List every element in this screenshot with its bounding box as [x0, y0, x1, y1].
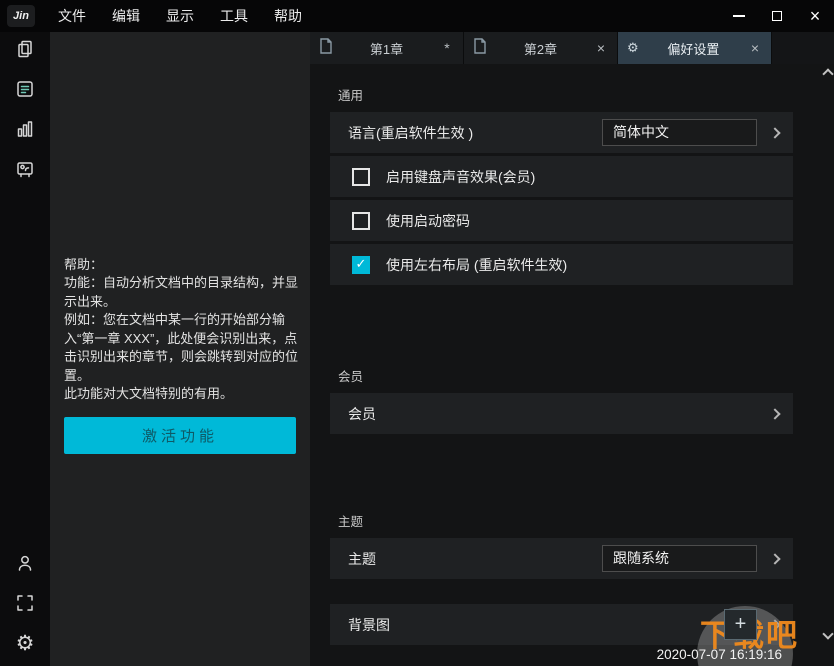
setting-label: 会员 [348, 404, 376, 424]
tab-close-icon[interactable]: × [594, 40, 608, 56]
document-icon [319, 38, 333, 59]
chevron-right-icon[interactable] [769, 408, 780, 419]
setting-row-language[interactable]: 语言(重启软件生效 ) 简体中文 [330, 112, 793, 153]
presentation-icon[interactable] [13, 158, 37, 180]
tab-bar: 第1章 * 第2章 × ⚙ 偏好设置 × [310, 32, 834, 64]
tab-label: 第1章 [333, 39, 440, 58]
help-text: 帮助： 功能：自动分析文档中的目录结构，并显示出来。 例如：您在文档中某一行的开… [64, 256, 298, 404]
language-select[interactable]: 简体中文 [602, 119, 757, 146]
setting-label: 背景图 [348, 615, 390, 635]
activate-feature-button[interactable]: 激活功能 [64, 417, 296, 454]
setting-label: 使用左右布局 (重启软件生效) [386, 255, 567, 275]
tab-close-icon[interactable]: × [748, 40, 762, 56]
main-area: 第1章 * 第2章 × ⚙ 偏好设置 × 通用 语言(重启软件生效 ) [310, 32, 834, 666]
layout-checkbox[interactable]: ✓ [352, 256, 370, 274]
setting-row-background-image[interactable]: 背景图 + [330, 604, 793, 645]
chevron-right-icon[interactable] [769, 619, 780, 630]
tab-chapter2[interactable]: 第2章 × [464, 32, 618, 64]
setting-row-member[interactable]: 会员 [330, 393, 793, 434]
close-icon: × [810, 7, 821, 25]
window-controls: × [720, 0, 834, 32]
setting-row-layout[interactable]: ✓ 使用左右布局 (重启软件生效) [330, 244, 793, 285]
setting-label: 启用键盘声音效果(会员) [386, 167, 535, 187]
icon-sidebar: ⚙ [0, 32, 50, 666]
document-icon [473, 38, 487, 59]
menu-edit[interactable]: 编辑 [99, 0, 153, 32]
setting-row-keyboard-sound[interactable]: 启用键盘声音效果(会员) [330, 156, 793, 197]
settings-gear-icon[interactable]: ⚙ [13, 632, 37, 654]
bar-chart-icon[interactable] [13, 118, 37, 140]
titlebar: Jin 文件 编辑 显示 工具 帮助 × [0, 0, 834, 32]
startup-password-checkbox[interactable] [352, 212, 370, 230]
menu-help[interactable]: 帮助 [261, 0, 315, 32]
gear-icon: ⚙ [627, 41, 639, 56]
user-icon[interactable] [13, 552, 37, 574]
section-title-general: 通用 [338, 88, 793, 104]
app-window: Jin 文件 编辑 显示 工具 帮助 × [0, 0, 834, 666]
setting-row-theme[interactable]: 主题 跟随系统 [330, 538, 793, 579]
maximize-icon [772, 11, 782, 21]
settings-page: 通用 语言(重启软件生效 ) 简体中文 启用键盘声音效果(会员) 使用启动密码 … [310, 64, 834, 666]
section-title-member: 会员 [338, 369, 793, 385]
minimize-button[interactable] [720, 0, 758, 32]
outline-list-icon[interactable] [13, 78, 37, 100]
setting-label: 语言(重启软件生效 ) [348, 123, 473, 143]
menu-view[interactable]: 显示 [153, 0, 207, 32]
minimize-icon [733, 15, 745, 17]
app-logo: Jin [7, 5, 35, 27]
modified-indicator: * [440, 40, 454, 56]
chevron-right-icon[interactable] [769, 553, 780, 564]
tab-preferences[interactable]: ⚙ 偏好设置 × [618, 32, 772, 64]
add-background-image-button[interactable]: + [724, 609, 757, 640]
keyboard-sound-checkbox[interactable] [352, 168, 370, 186]
menu-tools[interactable]: 工具 [207, 0, 261, 32]
theme-select[interactable]: 跟随系统 [602, 545, 757, 572]
tab-label: 第2章 [487, 39, 594, 58]
section-title-theme: 主题 [338, 514, 793, 530]
close-button[interactable]: × [796, 0, 834, 32]
menu-file[interactable]: 文件 [45, 0, 99, 32]
maximize-button[interactable] [758, 0, 796, 32]
timestamp: 2020-07-07 16:19:16 [657, 647, 782, 662]
setting-label: 主题 [348, 549, 376, 569]
menubar: 文件 编辑 显示 工具 帮助 [45, 0, 315, 32]
setting-row-startup-password[interactable]: 使用启动密码 [330, 200, 793, 241]
tab-chapter1[interactable]: 第1章 * [310, 32, 464, 64]
tab-label: 偏好设置 [639, 39, 748, 58]
gear-icon: ⚙ [16, 632, 35, 654]
fullscreen-icon[interactable] [13, 592, 37, 614]
documents-icon[interactable] [13, 38, 37, 60]
chevron-right-icon[interactable] [769, 127, 780, 138]
setting-label: 使用启动密码 [386, 211, 470, 231]
help-panel: 帮助： 功能：自动分析文档中的目录结构，并显示出来。 例如：您在文档中某一行的开… [50, 32, 310, 666]
